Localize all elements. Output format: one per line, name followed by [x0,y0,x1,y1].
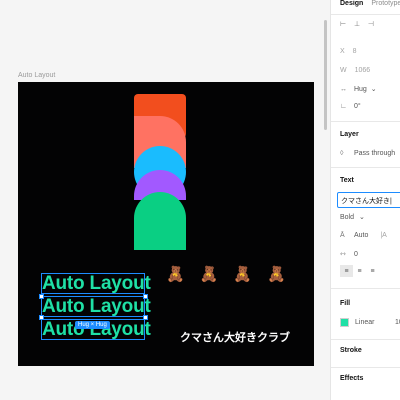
divider [331,167,400,168]
text-align-center-icon[interactable]: ≡ [353,265,366,277]
line-height-icon: Ā [340,232,345,239]
x-value[interactable]: 8 [353,48,357,55]
blend-mode-row[interactable]: ◊ Pass through [340,150,395,157]
text-align-left-icon[interactable]: ≡ [340,265,353,277]
chevron-down-icon[interactable]: ⌄ [371,86,377,93]
divider [331,367,400,368]
align-right-icon[interactable]: ⊣ [368,20,378,28]
divider [331,121,400,122]
rotation-value[interactable]: 0° [354,103,361,110]
frame-label[interactable]: Auto Layout [18,72,55,79]
resize-handle-top-left[interactable] [39,294,44,299]
letter-spacing-row[interactable]: ⇿ 0 [340,250,358,258]
resizing-row[interactable]: ↔ Hug ⌄ [340,85,377,93]
fill-color-swatch[interactable] [340,318,349,327]
x-position-row[interactable]: X 8 [340,48,357,55]
properties-panel: Design Prototype ⊢ ⊥ ⊣ X 8 W 1066 ↔ Hug … [330,0,400,400]
text-section-title: Text [340,177,354,184]
hug-label[interactable]: Hug [354,86,367,93]
bear-emoji[interactable]: 🧸 [233,266,252,284]
w-value[interactable]: 1066 [355,67,371,74]
letter-spacing-value[interactable]: 0 [354,251,358,258]
letter-spacing-icon: ⇿ [340,251,346,258]
design-canvas[interactable]: Auto Layout Auto Layout Auto Layout Auto… [0,0,330,400]
text-align-group: ≡ ≡ ≡ [340,265,379,277]
fill-type-label[interactable]: Linear [355,319,374,326]
align-center-icon[interactable]: ⊥ [354,20,364,28]
bear-emoji[interactable]: 🧸 [267,266,286,284]
rotation-row[interactable]: ∟ 0° [340,103,361,110]
tab-design[interactable]: Design [340,0,363,14]
divider [331,14,400,15]
hug-size-badge: Hug × Hug [75,321,110,329]
bear-row: 🧸 🧸 🧸 🧸 [166,266,286,284]
canvas-scrollbar[interactable] [324,20,327,130]
letter-case-icon[interactable]: |A [380,232,387,239]
effects-section-title[interactable]: Effects [340,375,363,382]
line-height-value[interactable]: Auto [354,232,368,239]
figma-logo[interactable] [134,94,186,250]
hug-arrows-icon: ↔ [340,86,347,93]
w-label: W [340,67,347,74]
layer-section-title: Layer [340,131,359,138]
divider [331,288,400,289]
rotation-icon: ∟ [340,103,347,110]
font-weight-row[interactable]: Bold ⌄ [340,213,365,221]
font-weight-value[interactable]: Bold [340,214,354,221]
selection-outline-1 [41,273,145,294]
bear-emoji[interactable]: 🧸 [200,266,219,284]
bear-emoji[interactable]: 🧸 [166,266,185,284]
x-label: X [340,48,345,55]
tab-prototype[interactable]: Prototype [371,0,400,14]
text-align-right-icon[interactable]: ≡ [366,265,379,277]
fill-value[interactable]: 10 [395,319,400,326]
resize-handle-top-right[interactable] [143,294,148,299]
blend-mode-value[interactable]: Pass through [354,150,395,157]
text-content-input[interactable]: クマさん大好き| [337,192,400,208]
stroke-section-title[interactable]: Stroke [340,347,362,354]
blend-drop-icon: ◊ [340,150,344,157]
chevron-down-icon[interactable]: ⌄ [359,214,365,221]
auto-layout-frame[interactable]: Auto Layout Auto Layout Auto Layout Hug … [18,82,314,366]
resize-handle-bottom-left[interactable] [39,315,44,320]
resize-handle-bottom-right[interactable] [143,315,148,320]
line-height-row[interactable]: Ā Auto |A [340,232,387,239]
logo-green-shape [134,192,186,250]
japanese-text-layer[interactable]: クマさん大好きクラブ [180,329,290,345]
panel-tabs: Design Prototype [331,0,400,14]
divider [331,339,400,340]
selection-outline-2 [41,296,145,317]
align-left-icon[interactable]: ⊢ [340,20,350,28]
alignment-row: ⊢ ⊥ ⊣ [340,20,378,28]
width-row[interactable]: W 1066 [340,67,370,74]
fill-section-title: Fill [340,300,351,307]
